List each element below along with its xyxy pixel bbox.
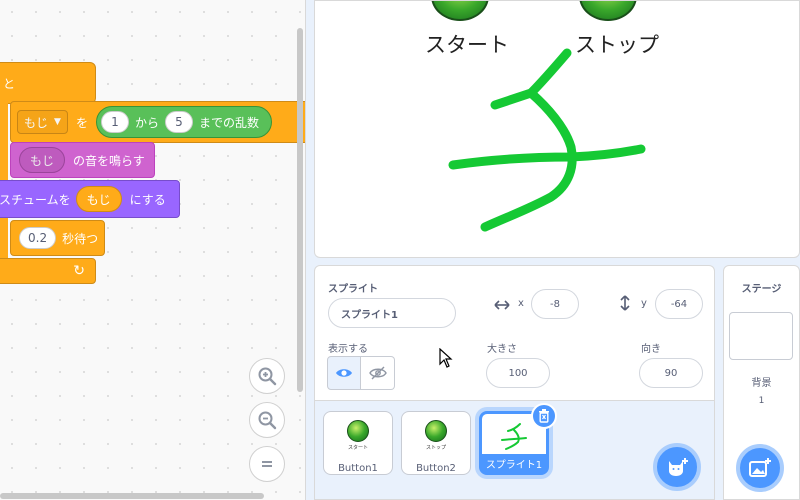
x-label: x: [518, 298, 524, 309]
green-ball-icon: [347, 420, 369, 442]
set-variable-block[interactable]: もじ ▼ を 1 から 5 までの乱数: [10, 101, 305, 143]
loop-block-top[interactable]: と: [0, 62, 96, 104]
handwritten-sprite-drawing[interactable]: [315, 1, 800, 258]
stage-target-panel[interactable]: ステージ 背景 1: [723, 265, 800, 500]
wait-block[interactable]: 0.2 秒待つ: [10, 220, 105, 256]
zoom-in-button[interactable]: [249, 358, 285, 394]
sprite-tile-name: Button2: [416, 463, 456, 474]
loop-block-bottom: ↻: [0, 258, 96, 284]
code-vertical-scrollbar[interactable]: [297, 28, 303, 392]
stage-thumbnail[interactable]: [729, 312, 793, 360]
loop-arrow-icon: ↻: [73, 263, 85, 279]
choose-sprite-button[interactable]: [653, 443, 701, 491]
zoom-in-icon: [258, 367, 277, 386]
backdrop-label: 背景: [751, 378, 772, 389]
stage-canvas[interactable]: スタート ストップ: [314, 0, 800, 258]
backdrop-add-icon: [749, 458, 771, 477]
wait-block-label: 秒待つ: [62, 231, 99, 246]
costume-block-suffix: にする: [129, 192, 166, 207]
size-input[interactable]: 100: [486, 358, 550, 388]
random-block[interactable]: 1 から 5 までの乱数: [95, 106, 272, 138]
y-label: y: [641, 298, 647, 309]
green-ball-icon: [425, 420, 447, 442]
sound-block-label: の音を鳴らす: [73, 153, 145, 168]
sprite-list-panel: スタート Button1 ストップ Button2 スプライト1: [314, 401, 715, 500]
y-input[interactable]: -64: [655, 289, 703, 319]
costume-var-reporter[interactable]: もじ: [75, 186, 122, 212]
random-from-input[interactable]: 1: [100, 111, 129, 133]
costume-block-prefix: スチュームを: [0, 192, 71, 207]
sprite-thumbnail: スタート: [338, 418, 378, 453]
switch-costume-block[interactable]: スチュームを もじ にする: [0, 180, 180, 218]
trash-icon: [539, 409, 549, 423]
choose-backdrop-button[interactable]: [736, 444, 784, 492]
wait-seconds-input[interactable]: 0.2: [19, 227, 57, 249]
size-label: 大きさ: [487, 344, 517, 355]
show-label: 表示する: [328, 344, 368, 355]
sprite-tile-button2[interactable]: ストップ Button2: [401, 411, 471, 475]
eye-icon: [336, 369, 352, 377]
direction-input[interactable]: 90: [639, 358, 703, 388]
show-hidden-button[interactable]: [361, 356, 395, 390]
sprite-thumbnail: ストップ: [416, 418, 456, 453]
sprite-label: スプライト: [328, 284, 378, 295]
chevron-down-icon: ▼: [54, 117, 61, 127]
show-visible-button[interactable]: [327, 356, 361, 390]
eye-slash-icon: [368, 366, 387, 380]
code-horizontal-scrollbar[interactable]: [0, 493, 264, 499]
y-arrow-icon: [620, 295, 630, 311]
loop-block-label: と: [3, 76, 16, 91]
sprite-tile-name: Button1: [338, 463, 378, 474]
zoom-out-icon: [258, 411, 277, 430]
mouse-cursor-icon: [439, 348, 453, 368]
random-from-label: から: [134, 115, 159, 130]
random-to-input[interactable]: 5: [164, 111, 193, 133]
sprite-info-panel: スプライト スプライト1 x -8 y -64 表示する 大きさ 100 向き …: [314, 265, 715, 401]
variable-dropdown[interactable]: もじ ▼: [17, 110, 68, 134]
direction-label: 向き: [641, 344, 661, 355]
sprite-tile-name: スプライト1: [482, 454, 546, 472]
variable-dropdown-value: もじ: [24, 115, 49, 130]
sprite-name-input[interactable]: スプライト1: [328, 298, 456, 328]
x-arrow-icon: [494, 300, 510, 310]
set-block-wo: を: [75, 115, 88, 130]
play-sound-block[interactable]: もじ の音を鳴らす: [10, 142, 155, 178]
thumb-caption: スタート: [347, 445, 368, 451]
delete-sprite-button[interactable]: [531, 403, 557, 429]
sprite-thumbnail: [494, 418, 534, 454]
sound-var-reporter[interactable]: もじ: [19, 147, 66, 173]
x-input[interactable]: -8: [531, 289, 579, 319]
stage-panel-title: ステージ: [741, 284, 782, 295]
code-area[interactable]: と もじ ▼ を 1 から 5 までの乱数 もじ の音を鳴らす スチュームを も…: [0, 0, 306, 500]
backdrop-count: 1: [758, 396, 765, 406]
handwritten-sprite-thumb: [501, 423, 527, 450]
equals-icon: [262, 461, 272, 467]
zoom-out-button[interactable]: [249, 402, 285, 438]
sprite-tile-button1[interactable]: スタート Button1: [323, 411, 393, 475]
random-to-label: までの乱数: [198, 115, 259, 130]
thumb-caption: ストップ: [425, 445, 446, 451]
cat-add-icon: [669, 458, 688, 476]
zoom-reset-button[interactable]: [249, 446, 285, 482]
